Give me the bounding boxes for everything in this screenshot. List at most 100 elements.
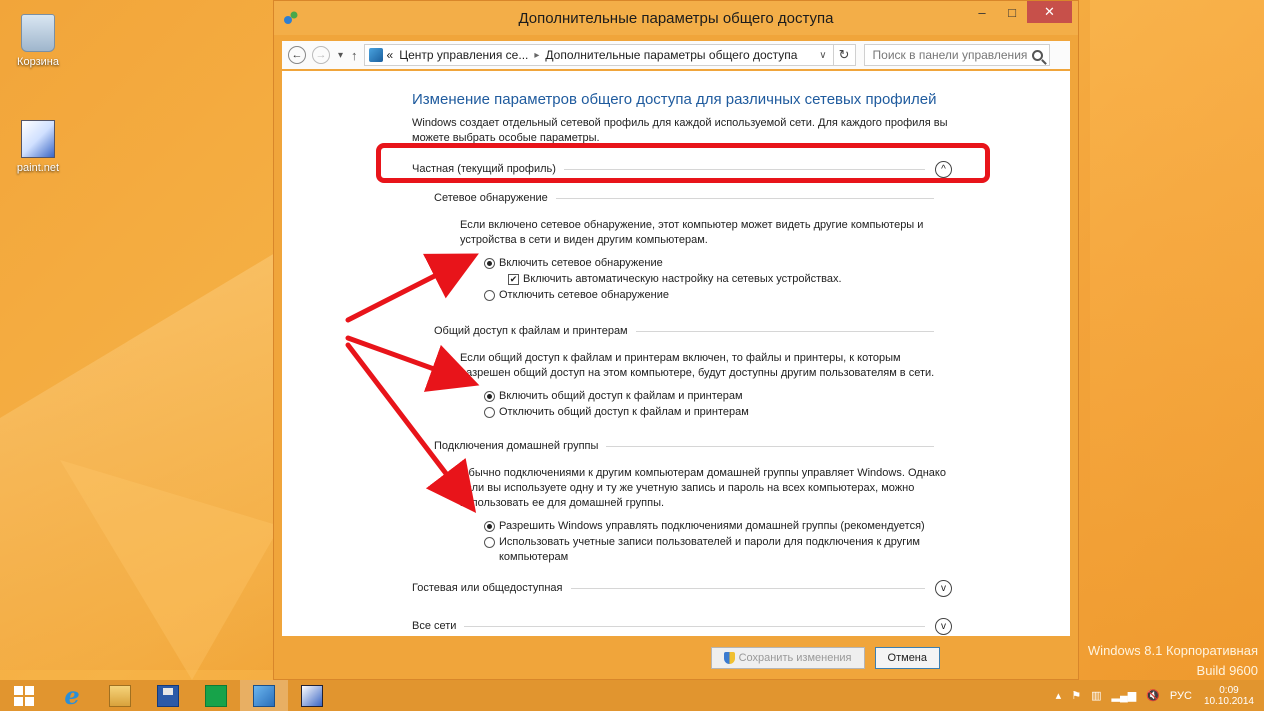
sharing-description: Если общий доступ к файлам и принтерам в…	[460, 352, 935, 379]
paintnet-icon	[301, 684, 323, 707]
page-title: Изменение параметров общего доступа для …	[412, 91, 937, 108]
search-input[interactable]: Поиск в панели управления	[863, 44, 1050, 66]
discovery-on-option[interactable]: Включить сетевое обнаружение	[484, 256, 952, 271]
wallpaper-shape	[1090, 0, 1264, 680]
title-bar[interactable]: Дополнительные параметры общего доступа …	[274, 1, 1078, 35]
minimize-button[interactable]: –	[967, 1, 997, 23]
internet-explorer-icon: e	[64, 680, 80, 710]
watermark-build: Build 9600	[1196, 663, 1258, 678]
auto-setup-option[interactable]: ✔ Включить автоматическую настройку на с…	[508, 272, 952, 287]
profile-guest-header[interactable]: Гостевая или общедоступная v	[412, 577, 952, 599]
store-icon	[205, 684, 227, 707]
desktop-icon-paintnet[interactable]: paint.net	[8, 120, 68, 174]
clock-date: 10.10.2014	[1203, 695, 1254, 707]
radio-selected[interactable]	[484, 391, 495, 402]
save-changes-button[interactable]: Сохранить изменения	[710, 647, 865, 669]
watermark-edition: Windows 8.1 Корпоративная	[1087, 643, 1258, 658]
address-dropdown-icon[interactable]: ∨	[819, 50, 826, 61]
divider	[635, 330, 934, 332]
system-tray: ▴ ⚑ ▥ ▂▄▆ 🔇 РУС 0:09 10.10.2014	[1046, 685, 1264, 707]
discovery-off-option[interactable]: Отключить сетевое обнаружение	[484, 288, 952, 303]
radio-unselected[interactable]	[484, 290, 495, 301]
checkbox-checked[interactable]: ✔	[508, 274, 519, 285]
sharing-off-option[interactable]: Отключить общий доступ к файлам и принте…	[484, 405, 952, 420]
breadcrumb-current[interactable]: Дополнительные параметры общего доступа	[545, 48, 797, 62]
clock-time: 0:09	[1219, 684, 1239, 696]
clock[interactable]: 0:09 10.10.2014	[1204, 685, 1254, 707]
divider	[555, 197, 934, 199]
cancel-button[interactable]: Отмена	[874, 647, 940, 669]
option-label: Использовать учетные записи пользователе…	[499, 536, 920, 563]
desktop-icon-recycle-bin[interactable]: Корзина	[8, 14, 68, 68]
radio-unselected[interactable]	[484, 537, 495, 548]
radio-selected[interactable]	[484, 258, 495, 269]
forward-button[interactable]: →	[312, 46, 330, 64]
taskbar-explorer[interactable]	[96, 680, 144, 711]
refresh-button[interactable]: ↻	[833, 44, 856, 66]
option-label: Включить общий доступ к файлам и принтер…	[499, 390, 743, 402]
file-explorer-icon	[109, 684, 131, 707]
back-button[interactable]: ←	[288, 46, 306, 64]
chevron-down-icon[interactable]: v	[935, 579, 952, 597]
show-hidden-icons-icon[interactable]: ▴	[1056, 689, 1062, 702]
sharing-on-option[interactable]: Включить общий доступ к файлам и принтер…	[484, 389, 952, 404]
close-button[interactable]: ✕	[1027, 1, 1072, 23]
option-label: Разрешить Windows управлять подключениям…	[499, 520, 925, 532]
divider	[606, 445, 934, 447]
profile-guest-label: Гостевая или общедоступная	[412, 582, 563, 594]
address-bar: ← → ▾ ↑ « Центр управления се... ▸ Допол…	[282, 41, 1070, 69]
maximize-button[interactable]: □	[997, 1, 1027, 23]
dialog-footer: Сохранить изменения Отмена	[282, 639, 1070, 677]
search-placeholder: Поиск в панели управления	[872, 48, 1028, 62]
breadcrumb[interactable]: « Центр управления се... ▸ Дополнительны…	[363, 44, 834, 66]
profile-all-networks-label: Все сети	[412, 620, 457, 632]
option-label: Отключить сетевое обнаружение	[499, 289, 669, 301]
option-label: Отключить общий доступ к файлам и принте…	[499, 406, 749, 418]
option-label: Включить сетевое обнаружение	[499, 257, 663, 269]
signal-icon[interactable]: ▂▄▆	[1111, 689, 1136, 702]
homegroup-accounts-option[interactable]: Использовать учетные записи пользователе…	[484, 535, 952, 565]
action-center-flag-icon[interactable]: ⚑	[1071, 689, 1081, 702]
intro-text: Windows создает отдельный сетевой профил…	[412, 117, 948, 144]
taskbar-ie[interactable]: e	[48, 680, 96, 711]
breadcrumb-overflow[interactable]: «	[387, 48, 394, 62]
save-label: Сохранить изменения	[738, 652, 852, 664]
profile-all-networks-header[interactable]: Все сети v	[412, 615, 952, 637]
search-icon[interactable]	[1031, 49, 1043, 61]
network-status-icon[interactable]: ▥	[1091, 689, 1101, 702]
radio-unselected[interactable]	[484, 407, 495, 418]
start-button[interactable]	[0, 680, 48, 711]
desktop-icon-label: paint.net	[16, 162, 60, 174]
homegroup-description: Обычно подключениями к другим компьютера…	[460, 467, 946, 509]
taskbar-paintnet[interactable]	[288, 680, 336, 711]
discovery-section-header: Сетевое обнаружение	[434, 190, 952, 206]
breadcrumb-control-panel[interactable]: Центр управления се...	[399, 48, 528, 62]
homegroup-section-header: Подключения домашней группы	[434, 438, 952, 454]
desktop-icon-label: Корзина	[17, 56, 59, 68]
chevron-down-icon[interactable]: v	[935, 617, 952, 635]
control-panel-window: Дополнительные параметры общего доступа …	[273, 0, 1079, 680]
window-title: Дополнительные параметры общего доступа	[518, 10, 834, 27]
discovery-heading: Сетевое обнаружение	[434, 192, 548, 204]
radio-selected[interactable]	[484, 521, 495, 532]
floppy-disk-icon	[157, 684, 179, 707]
taskbar-store[interactable]	[192, 680, 240, 711]
homegroup-windows-option[interactable]: Разрешить Windows управлять подключениям…	[484, 519, 952, 534]
divider	[464, 625, 925, 627]
language-indicator[interactable]: РУС	[1170, 690, 1192, 702]
taskbar-save-app[interactable]	[144, 680, 192, 711]
recent-pages-button[interactable]: ▾	[338, 50, 343, 61]
control-panel-icon	[368, 48, 383, 62]
sharing-heading: Общий доступ к файлам и принтерам	[434, 325, 628, 337]
up-button[interactable]: ↑	[351, 48, 358, 63]
taskbar-control-panel[interactable]	[240, 680, 288, 711]
paintnet-icon	[21, 120, 55, 158]
recycle-bin-icon	[21, 14, 55, 52]
uac-shield-icon	[723, 652, 735, 664]
discovery-description: Если включено сетевое обнаружение, этот …	[460, 219, 924, 246]
volume-muted-icon[interactable]: 🔇	[1146, 689, 1160, 702]
breadcrumb-separator-icon[interactable]: ▸	[534, 50, 539, 61]
taskbar: e ▴ ⚑ ▥ ▂▄▆ 🔇 РУС 0:09 10.10.2014	[0, 680, 1264, 711]
divider	[570, 587, 925, 589]
control-panel-icon	[253, 684, 275, 707]
